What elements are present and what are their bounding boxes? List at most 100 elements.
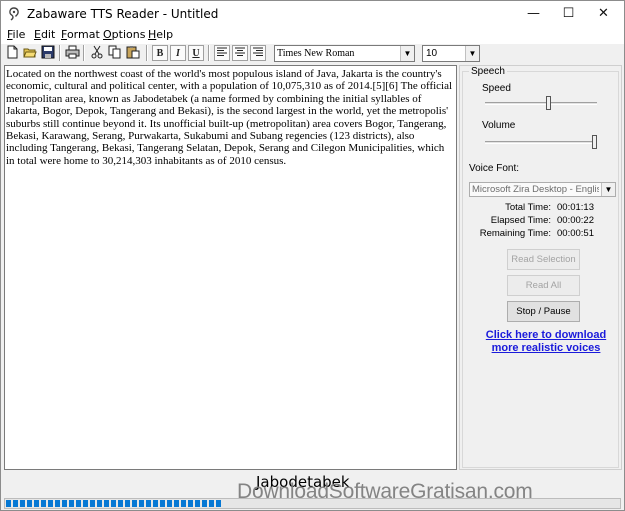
progress-segment [195,500,200,507]
align-left-icon[interactable] [214,45,230,61]
progress-segment [6,500,11,507]
progress-segment [139,500,144,507]
toolbar-separator [83,45,85,61]
font-name-select[interactable]: Times New Roman ▼ [274,45,415,62]
progress-segment [27,500,32,507]
progress-segment [118,500,123,507]
chevron-down-icon[interactable]: ▼ [400,46,414,61]
progress-segment [216,500,221,507]
elapsed-time-value: 00:00:22 [557,215,594,226]
progress-segment [55,500,60,507]
stop-pause-button[interactable]: Stop / Pause [507,301,580,322]
speed-slider-thumb[interactable] [546,96,551,110]
align-center-icon[interactable] [232,45,248,61]
progress-segment [209,500,214,507]
editor-content[interactable]: Located on the northwest coast of the wo… [6,68,453,167]
voice-font-value: Microsoft Zira Desktop - English (U [472,184,599,195]
progress-segment [132,500,137,507]
toolbar-separator [146,45,148,61]
save-disk-icon[interactable] [40,45,56,61]
progress-segment [111,500,116,507]
menu-edit-accel: E [34,28,41,41]
remaining-time-value: 00:00:51 [557,228,594,239]
total-time-label: Total Time: [505,202,551,213]
text-editor[interactable]: Located on the northwest coast of the wo… [4,65,457,470]
progress-segment [20,500,25,507]
watermark-text: DownloadSoftwareGratisan.com [237,480,533,503]
window-title: Zabaware TTS Reader - Untitled [27,7,219,21]
align-right-icon[interactable] [250,45,266,61]
download-voices-link[interactable]: Click here to download more realistic vo… [471,329,621,354]
progress-segment [69,500,74,507]
font-size-select[interactable]: 10 ▼ [422,45,480,62]
paste-icon[interactable] [125,45,141,61]
remaining-time-label: Remaining Time: [479,228,551,239]
progress-segment [48,500,53,507]
speech-group-label: Speech [469,66,507,77]
menu-file-label: ile [12,28,26,41]
progress-segment [41,500,46,507]
close-button[interactable]: ✕ [581,1,625,27]
menu-format[interactable]: Format [61,28,100,41]
progress-segment [13,500,18,507]
progress-segment [97,500,102,507]
progress-segment [125,500,130,507]
underline-button[interactable]: U [188,45,204,61]
menu-options-label: ptions [111,28,146,41]
ear-icon [8,7,20,21]
progress-segment [160,500,165,507]
menu-format-label: ormat [66,28,100,41]
progress-segment [90,500,95,507]
speech-group: Speech Speed Volume Voice Font: Microsof… [462,66,621,468]
menu-edit-label: dit [40,28,56,41]
open-folder-icon[interactable] [22,45,38,61]
volume-slider-thumb[interactable] [592,135,597,149]
toolbar-separator [59,45,61,61]
app-window: Zabaware TTS Reader - Untitled — ☐ ✕ Fil… [0,0,625,511]
progress-segment [202,500,207,507]
progress-fill [6,500,221,507]
download-link-line1[interactable]: Click here to download [471,329,621,342]
menu-help-label: elp [156,28,174,41]
bold-button[interactable]: B [152,45,168,61]
progress-segment [188,500,193,507]
toolbar-separator [208,45,210,61]
speech-panel: Speech Speed Volume Voice Font: Microsof… [459,65,622,470]
chevron-down-icon[interactable]: ▼ [601,183,615,196]
progress-segment [167,500,172,507]
read-all-button[interactable]: Read All [507,275,580,296]
menu-help[interactable]: Help [148,28,173,41]
total-time-value: 00:01:13 [557,202,594,213]
progress-segment [146,500,151,507]
speed-label: Speed [482,83,511,94]
menu-options[interactable]: Options [103,28,145,41]
progress-segment [83,500,88,507]
font-name-value: Times New Roman [277,48,355,59]
font-size-value: 10 [426,48,438,59]
voice-font-select[interactable]: Microsoft Zira Desktop - English (U ▼ [469,182,616,197]
elapsed-time-label: Elapsed Time: [490,215,551,226]
menu-file[interactable]: File [7,28,25,41]
progress-segment [174,500,179,507]
menu-options-accel: O [103,28,112,41]
progress-segment [76,500,81,507]
voice-font-label: Voice Font: [469,163,520,174]
title-bar[interactable]: Zabaware TTS Reader - Untitled — ☐ ✕ [1,1,624,27]
progress-segment [34,500,39,507]
chevron-down-icon[interactable]: ▼ [465,46,479,61]
progress-segment [62,500,67,507]
progress-segment [153,500,158,507]
menu-bar: File Edit Format Options Help [1,27,624,44]
volume-slider-track[interactable] [485,141,597,144]
printer-icon[interactable] [64,45,80,61]
italic-button[interactable]: I [170,45,186,61]
new-document-icon[interactable] [4,45,20,61]
progress-segment [181,500,186,507]
progress-segment [104,500,109,507]
copy-icon[interactable] [107,45,123,61]
scissors-icon[interactable] [89,45,105,61]
download-link-line2[interactable]: more realistic voices [471,342,621,355]
speed-slider-track[interactable] [485,102,597,105]
read-selection-button[interactable]: Read Selection [507,249,580,270]
menu-edit[interactable]: Edit [34,28,55,41]
